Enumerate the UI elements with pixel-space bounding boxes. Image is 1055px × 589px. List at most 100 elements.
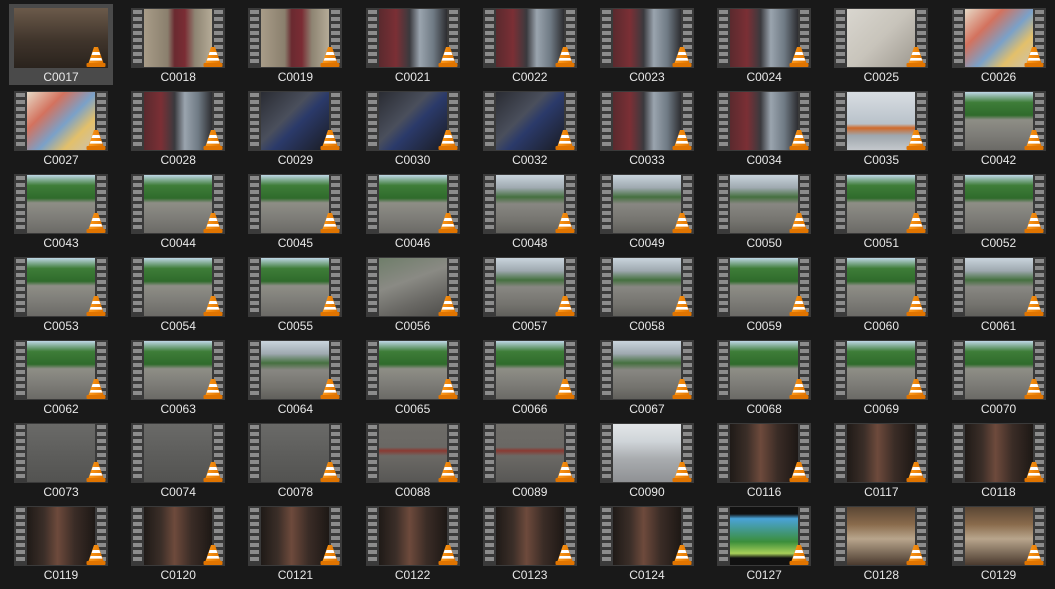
file-item[interactable]: C0061 [947, 253, 1051, 334]
vlc-cone-icon [789, 213, 809, 233]
file-name-label: C0019 [277, 70, 314, 84]
video-thumbnail [599, 423, 694, 483]
file-item[interactable]: C0121 [243, 502, 347, 583]
file-item[interactable]: C0051 [829, 170, 933, 251]
video-thumbnail [951, 8, 1046, 68]
file-name-label: C0043 [43, 236, 79, 250]
video-frame-preview [27, 341, 95, 399]
file-item[interactable]: C0090 [595, 419, 699, 500]
filmstrip-sprockets-left [367, 93, 377, 149]
video-thumbnail [131, 174, 226, 234]
vlc-cone-icon [555, 296, 575, 316]
file-item[interactable]: C0117 [829, 419, 933, 500]
file-item[interactable]: C0059 [712, 253, 816, 334]
file-item[interactable]: C0063 [126, 336, 230, 417]
file-item[interactable]: C0026 [947, 4, 1051, 85]
file-item[interactable]: C0044 [126, 170, 230, 251]
video-frame-preview [612, 341, 681, 399]
video-thumbnail [248, 257, 343, 317]
vlc-cone-icon [86, 379, 106, 399]
file-item[interactable]: C0074 [126, 419, 230, 500]
file-item[interactable]: C0070 [947, 336, 1051, 417]
vlc-cone-icon [86, 296, 106, 316]
file-item[interactable]: C0073 [9, 419, 113, 500]
file-item[interactable]: C0019 [243, 4, 347, 85]
filmstrip-sprockets-left [133, 10, 143, 66]
file-item[interactable]: C0027 [9, 87, 113, 168]
file-item[interactable]: C0054 [126, 253, 230, 334]
video-thumbnail [365, 257, 460, 317]
filmstrip-sprockets-left [719, 93, 729, 149]
file-item[interactable]: C0055 [243, 253, 347, 334]
file-item[interactable]: C0127 [712, 502, 816, 583]
file-item[interactable]: C0023 [595, 4, 699, 85]
video-thumbnail [365, 423, 460, 483]
video-frame-preview [612, 175, 681, 233]
file-item[interactable]: C0060 [829, 253, 933, 334]
file-item[interactable]: C0032 [478, 87, 582, 168]
video-thumbnail [717, 340, 812, 400]
file-item[interactable]: C0067 [595, 336, 699, 417]
file-item[interactable]: C0123 [478, 502, 582, 583]
file-item[interactable]: C0046 [361, 170, 465, 251]
video-frame-preview [261, 258, 330, 316]
video-frame-preview [261, 424, 330, 482]
file-item[interactable]: C0057 [478, 253, 582, 334]
vlc-cone-icon [1024, 296, 1043, 316]
file-item[interactable]: C0120 [126, 502, 230, 583]
file-item[interactable]: C0043 [9, 170, 113, 251]
file-item[interactable]: C0065 [361, 336, 465, 417]
video-frame-preview [964, 9, 1033, 67]
file-item[interactable]: C0042 [947, 87, 1051, 168]
video-thumbnail [131, 8, 226, 68]
file-item[interactable]: C0050 [712, 170, 816, 251]
video-thumbnail [599, 91, 694, 151]
file-item[interactable]: C0034 [712, 87, 816, 168]
file-item[interactable]: C0122 [361, 502, 465, 583]
file-item[interactable]: C0049 [595, 170, 699, 251]
file-item[interactable]: C0017 [9, 4, 113, 85]
video-thumbnail [248, 8, 343, 68]
file-item[interactable]: C0089 [478, 419, 582, 500]
filmstrip-sprockets-left [601, 342, 611, 398]
file-item[interactable]: C0018 [126, 4, 230, 85]
file-item[interactable]: C0069 [829, 336, 933, 417]
file-item[interactable]: C0030 [361, 87, 465, 168]
file-item[interactable]: C0078 [243, 419, 347, 500]
file-item[interactable]: C0058 [595, 253, 699, 334]
file-item[interactable]: C0035 [829, 87, 933, 168]
file-item[interactable]: C0025 [829, 4, 933, 85]
file-item[interactable]: C0066 [478, 336, 582, 417]
file-item[interactable]: C0119 [9, 502, 113, 583]
file-item[interactable]: C0022 [478, 4, 582, 85]
file-item[interactable]: C0068 [712, 336, 816, 417]
filmstrip-sprockets-left [719, 508, 729, 564]
file-item[interactable]: C0052 [947, 170, 1051, 251]
filmstrip-sprockets-left [250, 176, 260, 232]
file-name-label: C0027 [43, 153, 79, 167]
file-item[interactable]: C0062 [9, 336, 113, 417]
file-name-label: C0062 [43, 402, 79, 416]
file-item[interactable]: C0053 [9, 253, 113, 334]
file-item[interactable]: C0028 [126, 87, 230, 168]
video-thumbnail [248, 506, 343, 566]
file-item[interactable]: C0048 [478, 170, 582, 251]
video-frame-preview [612, 424, 681, 482]
file-item[interactable]: C0021 [361, 4, 465, 85]
file-item[interactable]: C0128 [829, 502, 933, 583]
file-item[interactable]: C0118 [947, 419, 1051, 500]
file-item[interactable]: C0129 [947, 502, 1051, 583]
file-item[interactable]: C0045 [243, 170, 347, 251]
file-item[interactable]: C0064 [243, 336, 347, 417]
file-item[interactable]: C0024 [712, 4, 816, 85]
filmstrip-sprockets-left [953, 93, 963, 149]
vlc-cone-icon [789, 130, 809, 150]
vlc-cone-icon [86, 130, 106, 150]
file-item[interactable]: C0088 [361, 419, 465, 500]
file-item[interactable]: C0056 [361, 253, 465, 334]
file-item[interactable]: C0124 [595, 502, 699, 583]
file-item[interactable]: C0033 [595, 87, 699, 168]
file-name-label: C0034 [746, 153, 782, 167]
file-item[interactable]: C0029 [243, 87, 347, 168]
file-item[interactable]: C0116 [712, 419, 816, 500]
